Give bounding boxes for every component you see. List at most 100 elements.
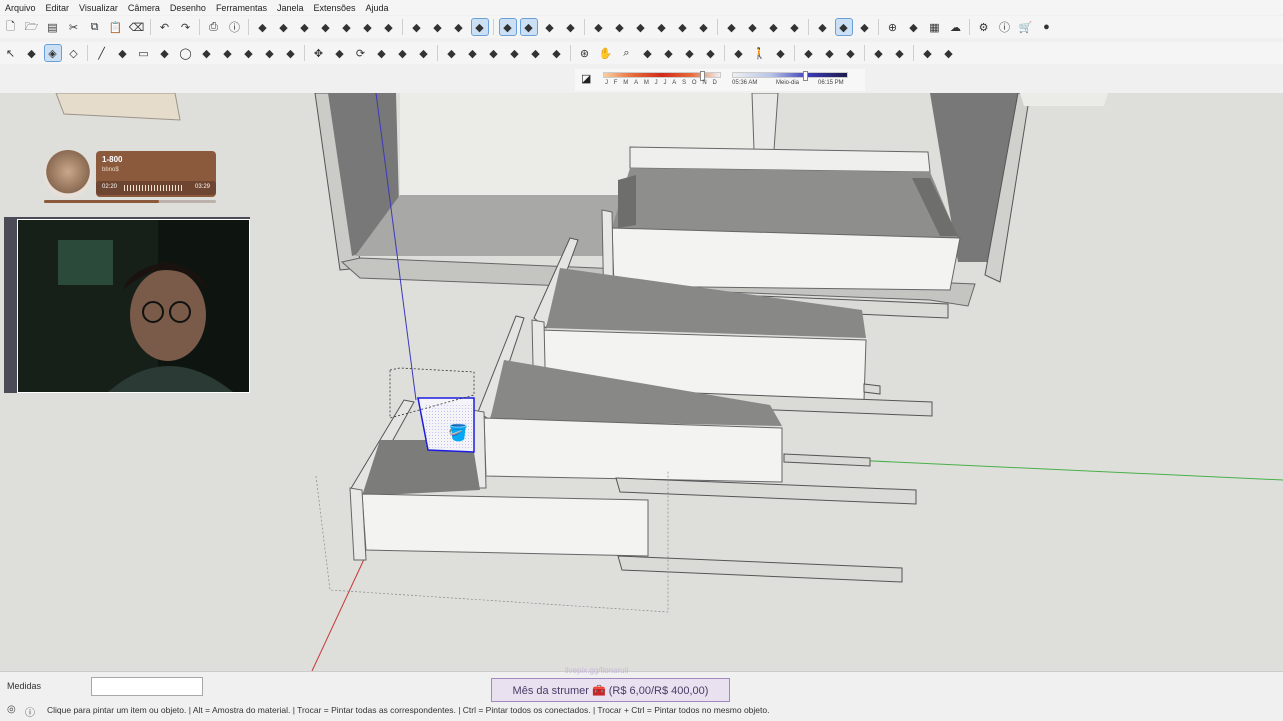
hidden-line-icon[interactable]: ◆ <box>451 19 467 35</box>
info-icon[interactable]: ⓘ <box>997 19 1013 35</box>
open-folder-icon[interactable]: 🗁 <box>24 19 40 35</box>
menu-item-2[interactable]: Visualizar <box>74 3 123 13</box>
zoom-window-icon[interactable]: ◆ <box>640 45 656 61</box>
shadow-toggle-icon[interactable]: ◪ <box>581 72 591 85</box>
zoom-extents-icon[interactable]: ◆ <box>661 45 677 61</box>
tape-measure-icon[interactable]: ◆ <box>444 45 460 61</box>
add-icon[interactable]: ⊕ <box>885 19 901 35</box>
time-slider-thumb[interactable] <box>803 71 808 81</box>
offset-icon[interactable]: ◆ <box>395 45 411 61</box>
rotated-rect-icon[interactable]: ◆ <box>157 45 173 61</box>
rotate-icon[interactable]: ⟳ <box>353 45 369 61</box>
move-icon[interactable]: ✥ <box>311 45 327 61</box>
new-file-icon[interactable]: 🗋 <box>3 19 19 35</box>
protractor-icon[interactable]: ◆ <box>486 45 502 61</box>
photo-texture-icon[interactable]: ◆ <box>787 19 803 35</box>
menu-item-4[interactable]: Desenho <box>165 3 211 13</box>
geo-location-icon[interactable]: ◆ <box>724 19 740 35</box>
line-icon[interactable]: ╱ <box>94 45 110 61</box>
follow-me-icon[interactable]: ◆ <box>416 45 432 61</box>
previous-view-icon[interactable]: ◆ <box>682 45 698 61</box>
solid-icon[interactable]: ◆ <box>843 45 859 61</box>
rectangle-icon[interactable]: ▭ <box>136 45 152 61</box>
modeling-viewport[interactable]: 🪣 1-800 bbno$ 02:20 03:29 <box>0 93 1283 671</box>
push-pull-icon[interactable]: ◆ <box>332 45 348 61</box>
geo-location-icon[interactable]: ◎ <box>7 704 16 715</box>
copy-icon[interactable]: ⧉ <box>87 19 103 35</box>
menu-item-6[interactable]: Janela <box>272 3 309 13</box>
position-camera-icon[interactable]: ◆ <box>731 45 747 61</box>
mirror-icon[interactable]: ◆ <box>871 45 887 61</box>
menu-item-3[interactable]: Câmera <box>123 3 165 13</box>
add-location-icon[interactable]: ◆ <box>745 19 761 35</box>
circle-icon[interactable]: ◯ <box>178 45 194 61</box>
menu-item-5[interactable]: Ferramentas <box>211 3 272 13</box>
next-view-icon[interactable]: ◆ <box>703 45 719 61</box>
xray-icon[interactable]: ◆ <box>409 19 425 35</box>
extension-warehouse-icon[interactable]: ◆ <box>857 19 873 35</box>
arc-icon[interactable]: ◆ <box>220 45 236 61</box>
walk-icon[interactable]: 🚶 <box>752 45 768 61</box>
right-view-icon[interactable]: ◆ <box>318 19 334 35</box>
redo-icon[interactable]: ↷ <box>178 19 194 35</box>
freehand-icon[interactable]: ◆ <box>115 45 131 61</box>
user-icon[interactable]: ● <box>1039 19 1055 35</box>
menu-item-7[interactable]: Extensões <box>309 3 361 13</box>
wireframe-icon[interactable]: ◆ <box>430 19 446 35</box>
undo-icon[interactable]: ↶ <box>157 19 173 35</box>
two-point-arc-icon[interactable]: ◆ <box>241 45 257 61</box>
dimension-icon[interactable]: ◆ <box>465 45 481 61</box>
eraser-icon[interactable]: ◇ <box>66 45 82 61</box>
print-icon[interactable]: ⎙ <box>206 19 222 35</box>
erase-icon[interactable]: ⌫ <box>129 19 145 35</box>
dimension-tool-icon[interactable]: ◆ <box>920 45 936 61</box>
shaded-icon[interactable]: ◆ <box>470 18 489 36</box>
text-icon[interactable]: ◆ <box>507 45 523 61</box>
settings-icon[interactable]: ⚙ <box>976 19 992 35</box>
section-plane-icon[interactable]: ◆ <box>498 18 517 36</box>
iso-view-icon[interactable]: ◆ <box>255 19 271 35</box>
cloud-icon[interactable]: ☁ <box>948 19 964 35</box>
top-view-icon[interactable]: ◆ <box>276 19 292 35</box>
3d-text-icon[interactable]: ◆ <box>549 45 565 61</box>
component-icon[interactable]: ◆ <box>24 45 40 61</box>
save-icon[interactable]: ▤ <box>45 19 61 35</box>
ruby-icon[interactable]: ◆ <box>906 19 922 35</box>
union-icon[interactable]: ◆ <box>633 19 649 35</box>
left-view-icon[interactable]: ◆ <box>360 19 376 35</box>
bottom-view-icon[interactable]: ◆ <box>381 19 397 35</box>
share-model-icon[interactable]: ◆ <box>834 18 853 36</box>
back-view-icon[interactable]: ◆ <box>339 19 355 35</box>
time-slider[interactable] <box>732 71 848 81</box>
zoom-icon[interactable]: ⌕ <box>619 45 635 61</box>
paint-bucket-icon[interactable]: ◈ <box>43 44 62 62</box>
menu-item-0[interactable]: Arquivo <box>0 3 41 13</box>
measures-input[interactable] <box>91 677 203 696</box>
terrain-icon[interactable]: ◆ <box>766 19 782 35</box>
subtract-icon[interactable]: ◆ <box>654 19 670 35</box>
sandbox-icon[interactable]: ◆ <box>801 45 817 61</box>
menu-item-8[interactable]: Ajuda <box>361 3 394 13</box>
curve-icon[interactable]: ◆ <box>892 45 908 61</box>
three-point-arc-icon[interactable]: ◆ <box>262 45 278 61</box>
intersect-icon[interactable]: ◆ <box>612 19 628 35</box>
axes-icon[interactable]: ◆ <box>528 45 544 61</box>
month-slider[interactable] <box>603 71 721 81</box>
pan-icon[interactable]: ✋ <box>598 45 614 61</box>
cart-icon[interactable]: 🛒 <box>1018 19 1034 35</box>
look-around-icon[interactable]: ◆ <box>773 45 789 61</box>
section-display-icon[interactable]: ◆ <box>519 18 538 36</box>
select-icon[interactable]: ↖ <box>3 45 19 61</box>
outer-shell-icon[interactable]: ◆ <box>591 19 607 35</box>
paste-icon[interactable]: 📋 <box>108 19 124 35</box>
layout-icon[interactable]: ◆ <box>941 45 957 61</box>
chess-icon[interactable]: ▦ <box>927 19 943 35</box>
split-icon[interactable]: ◆ <box>696 19 712 35</box>
orbit-icon[interactable]: ⊛ <box>577 45 593 61</box>
cut-icon[interactable]: ✂ <box>66 19 82 35</box>
box-icon[interactable]: ◆ <box>822 45 838 61</box>
section-fill-icon[interactable]: ◆ <box>563 19 579 35</box>
pie-icon[interactable]: ◆ <box>283 45 299 61</box>
scale-icon[interactable]: ◆ <box>374 45 390 61</box>
front-view-icon[interactable]: ◆ <box>297 19 313 35</box>
